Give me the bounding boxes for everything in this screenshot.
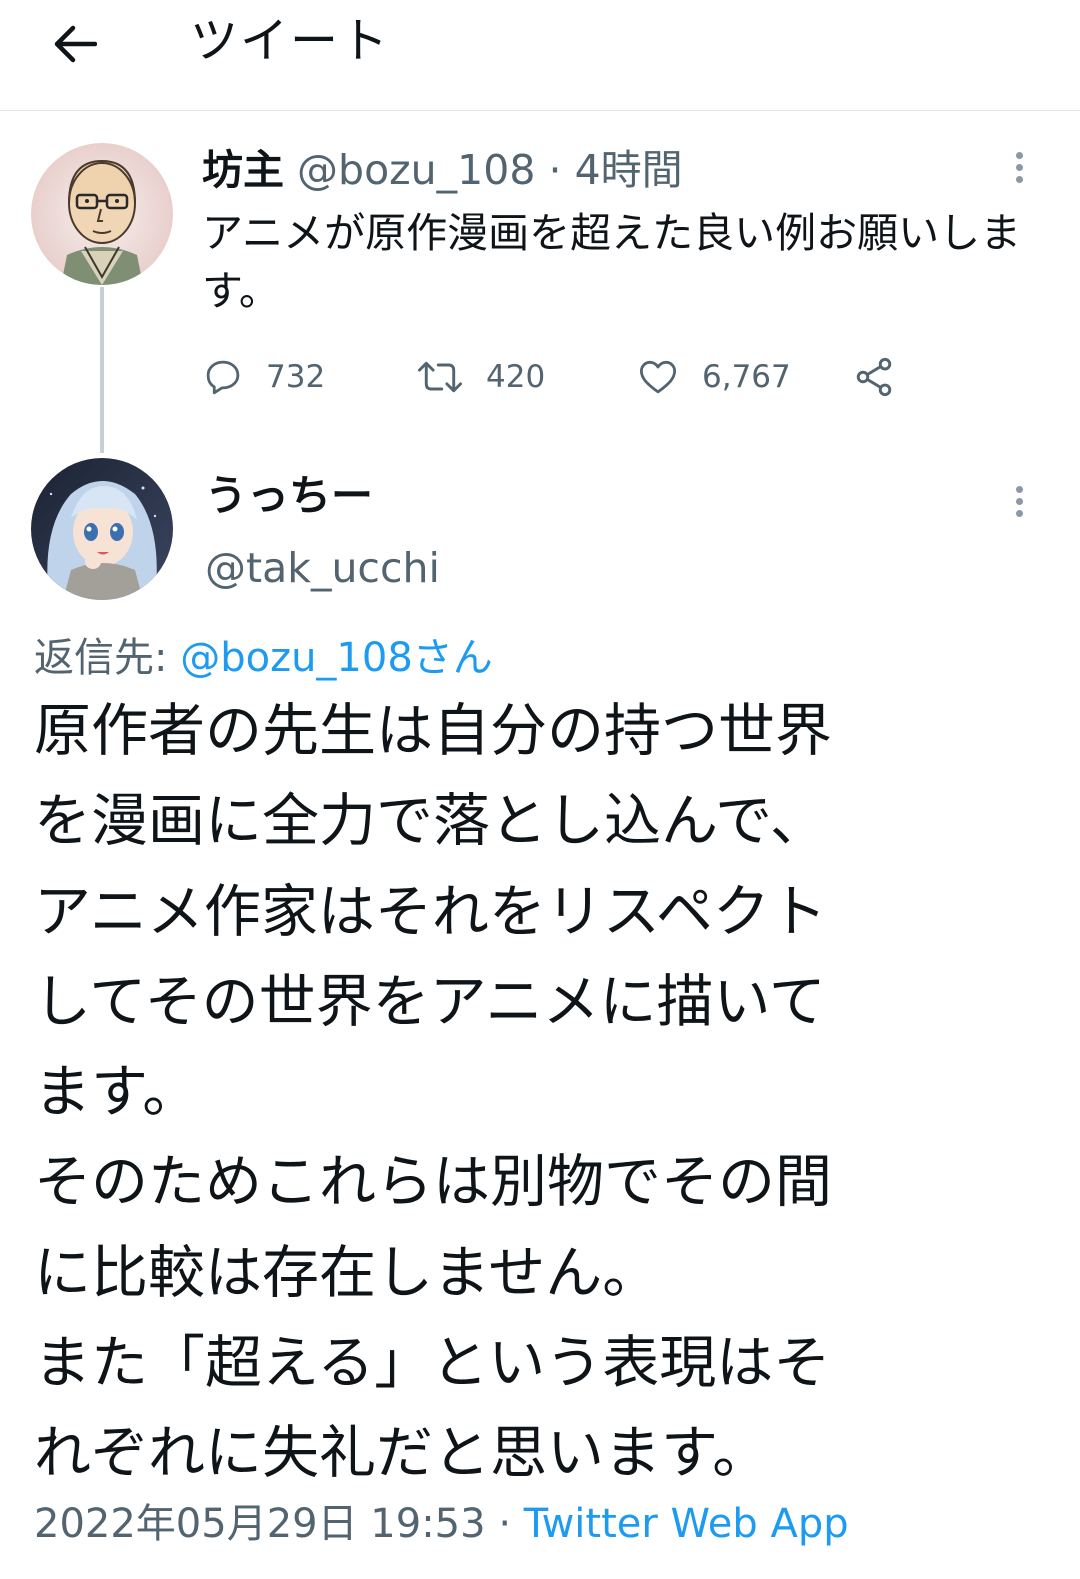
arrow-left-icon bbox=[54, 25, 97, 63]
tweet2-text-line: そのためこれらは別物でその間 bbox=[34, 1149, 832, 1216]
heart-icon bbox=[639, 360, 677, 394]
retweet-button[interactable]: 420 bbox=[416, 352, 545, 402]
share-icon bbox=[856, 357, 892, 397]
like-count: 6,767 bbox=[702, 359, 791, 395]
tweet2-more-button[interactable] bbox=[1004, 476, 1034, 526]
tweet2-text-line: アニメ作家はそれをリスペクト bbox=[34, 878, 827, 945]
avatar-ucchi[interactable] bbox=[31, 458, 173, 600]
reply-to-label: 返信先: bbox=[34, 635, 168, 681]
retweet-icon bbox=[417, 361, 463, 393]
tweet1-separator: · bbox=[548, 146, 562, 194]
tweet2-source[interactable]: Twitter Web App bbox=[524, 1501, 849, 1547]
tweet2-text-line: してその世界をアニメに描いて bbox=[34, 968, 826, 1035]
reply-button[interactable]: 732 bbox=[202, 352, 325, 402]
tweet2-text-line: を漫画に全力で落とし込んで、 bbox=[34, 788, 827, 855]
avatar-bozu[interactable] bbox=[31, 143, 173, 285]
thread-connector bbox=[100, 287, 104, 453]
tweet2-author-handle[interactable]: @tak_ucchi bbox=[205, 540, 440, 596]
tweet1-text: アニメが原作漫画を超えた良い例お願いします。 bbox=[202, 209, 1022, 315]
meta-separator: · bbox=[498, 1501, 512, 1547]
tweet2-text-line: れぞれに失礼だと思います。 bbox=[34, 1420, 770, 1487]
back-button[interactable] bbox=[44, 14, 104, 74]
tweet2-text-line: ます。 bbox=[34, 1059, 200, 1126]
tweet1-header: 坊主 @bozu_108 · 4時間 bbox=[202, 142, 683, 198]
reply-to-link[interactable]: @bozu_108さん bbox=[180, 635, 493, 681]
tweet1-more-button[interactable] bbox=[1004, 142, 1034, 192]
tweet2-text-line: 原作者の先生は自分の持つ世界 bbox=[34, 698, 832, 764]
reply-count: 732 bbox=[266, 359, 326, 395]
more-dots-icon bbox=[1015, 151, 1023, 159]
tweet1-author-handle[interactable]: @bozu_108 bbox=[297, 146, 535, 194]
tweet1-author-name[interactable]: 坊主 bbox=[202, 146, 284, 194]
page-title: ツイート bbox=[190, 13, 391, 69]
tweet2-text: 原作者の先生は自分の持つ世界 を漫画に全力で落とし込んで、 アニメ作家はそれをリ… bbox=[34, 686, 1044, 1499]
retweet-count: 420 bbox=[486, 359, 546, 395]
tweet2-author-name[interactable]: うっちー bbox=[205, 468, 373, 524]
reply-icon bbox=[206, 360, 240, 395]
tweet2-meta: 2022年05月29日 19:53 · Twitter Web App bbox=[34, 1496, 849, 1552]
top-bar: ツイート bbox=[0, 0, 1080, 111]
tweet2-text-line: に比較は存在しません。 bbox=[34, 1239, 660, 1306]
reply-to-line: 返信先: @bozu_108さん bbox=[34, 630, 493, 686]
tweet2-text-line: また「超える」という表現はそ bbox=[34, 1330, 831, 1397]
more-dots-icon bbox=[1015, 485, 1023, 493]
like-button[interactable]: 6,767 bbox=[636, 352, 791, 402]
tweet2-timestamp[interactable]: 2022年05月29日 19:53 bbox=[34, 1501, 486, 1547]
share-button[interactable] bbox=[852, 352, 896, 402]
tweet1-time[interactable]: 4時間 bbox=[575, 146, 683, 194]
